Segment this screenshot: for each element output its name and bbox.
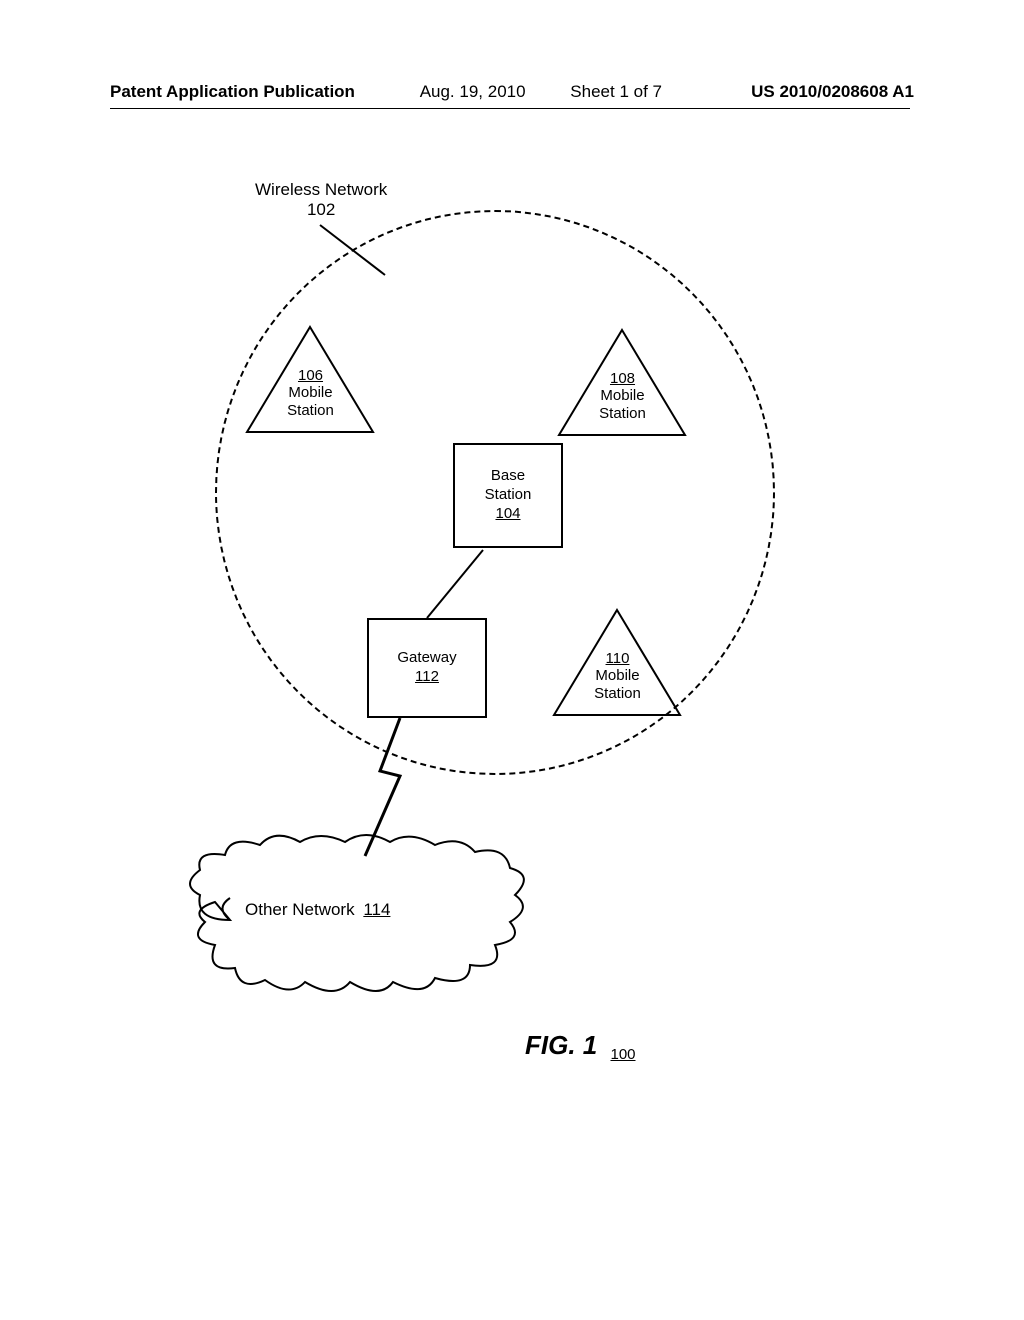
publication-date: Aug. 19, 2010 [420,82,526,101]
other-network-text: Other Network [245,900,355,919]
other-network-ref: 114 [363,900,390,919]
base-station-ref: 104 [495,505,520,524]
figure-number: FIG. 1 [525,1030,597,1060]
base-station: Base Station 104 [453,443,563,548]
page-header: Patent Application Publication Aug. 19, … [0,82,1024,102]
wireless-network-ref: 102 [255,200,387,220]
ms108-label: Mobile Station [599,387,646,421]
ms106-label: Mobile Station [287,384,334,418]
figure-diagram: Wireless Network 102 106 Mobile Station … [155,180,805,1080]
gateway-ref: 112 [415,668,439,687]
other-network-label: Other Network 114 [245,900,390,920]
connector-line-icon [425,548,495,620]
wireless-network-text: Wireless Network [255,180,387,200]
gateway-label: Gateway [397,649,456,668]
base-station-label: Base Station [485,467,532,505]
gateway: Gateway 112 [367,618,487,718]
wireless-network-label: Wireless Network 102 [255,180,387,220]
ms110-ref: 110 [606,650,630,667]
header-rule [110,108,910,109]
ms110-label: Mobile Station [594,667,641,701]
figure-ref: 100 [610,1046,635,1063]
figure-label: FIG. 1 100 [525,1030,636,1061]
sheet-indicator: Sheet 1 of 7 [570,82,662,101]
ms106-ref: 106 [298,367,323,384]
ms108-ref: 108 [610,370,635,387]
publication-number: US 2010/0208608 A1 [751,82,914,102]
publication-type: Patent Application Publication [110,82,355,101]
cloud-icon [175,830,535,1010]
